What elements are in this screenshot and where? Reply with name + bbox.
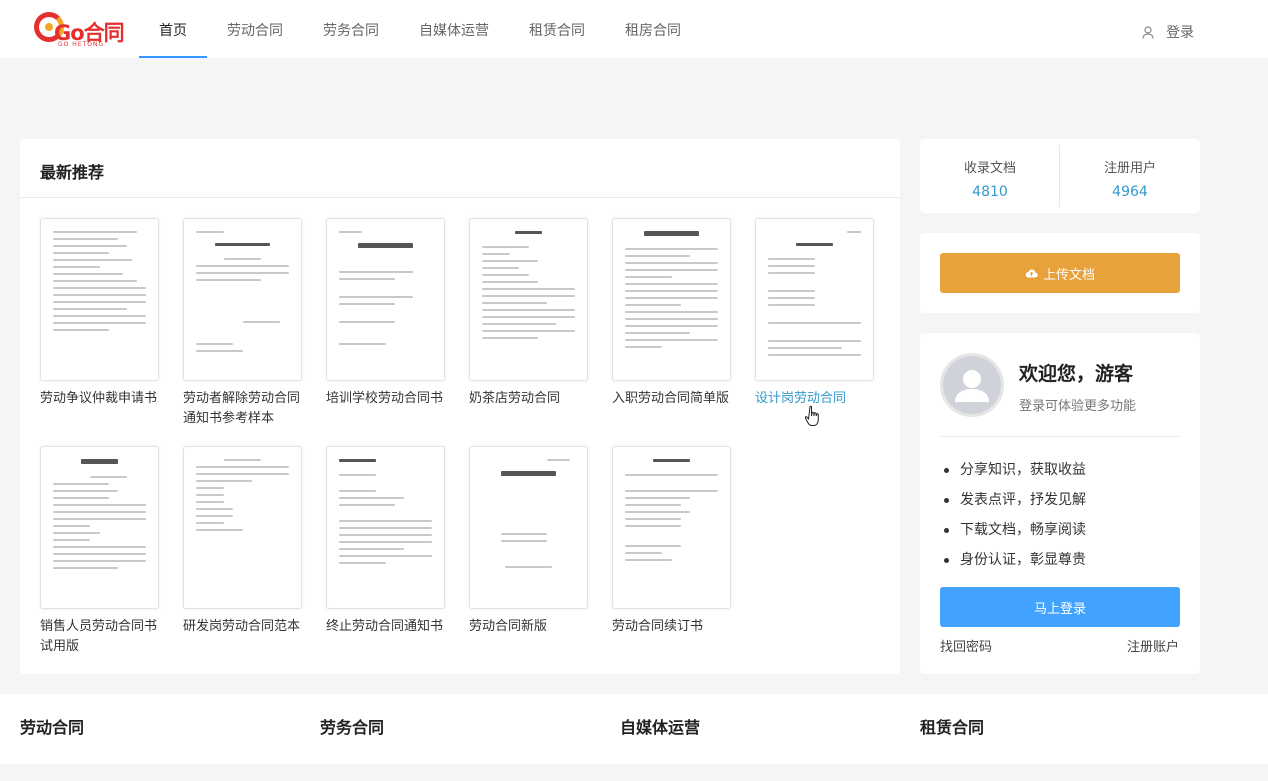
doc-title[interactable]: 终止劳动合同通知书 bbox=[326, 617, 451, 637]
stat-users-value: 4964 bbox=[1112, 184, 1148, 200]
category-title-self-media[interactable]: 自媒体运营 bbox=[620, 714, 700, 738]
doc-title[interactable]: 奶茶店劳动合同 bbox=[469, 389, 594, 409]
list-item: 发表点评，抒发见解 bbox=[944, 485, 1086, 515]
doc-thumbnail[interactable] bbox=[469, 446, 588, 609]
welcome-subtitle: 登录可体验更多功能 bbox=[1019, 399, 1137, 414]
doc-title[interactable]: 研发岗劳动合同范本 bbox=[183, 617, 308, 637]
doc-card[interactable]: 终止劳动合同通知书 bbox=[326, 446, 469, 637]
doc-title[interactable]: 培训学校劳动合同书 bbox=[326, 389, 451, 409]
welcome-panel: 欢迎您，游客 登录可体验更多功能 分享知识，获取收益 发表点评，抒发见解 下载文… bbox=[920, 333, 1200, 674]
hand-cursor-icon bbox=[805, 405, 819, 426]
stat-documents-value: 4810 bbox=[972, 184, 1008, 200]
stat-users-label: 注册用户 bbox=[1103, 161, 1156, 176]
welcome-divider bbox=[940, 436, 1180, 437]
doc-thumbnail[interactable] bbox=[326, 446, 445, 609]
recommend-title: 最新推荐 bbox=[40, 163, 105, 182]
nav-item-service-contract[interactable]: 劳务合同 bbox=[303, 0, 399, 58]
category-strip: 劳动合同 劳务合同 自媒体运营 租赁合同 bbox=[0, 694, 1268, 764]
stat-documents: 收录文档 4810 bbox=[920, 157, 1060, 200]
doc-card[interactable]: 劳动合同新版 bbox=[469, 446, 612, 637]
nav-item-self-media[interactable]: 自媒体运营 bbox=[399, 0, 509, 58]
recommend-panel: 最新推荐 劳动争议仲裁申请书 劳动者解除劳动合同通知书参考样本 培训学校劳动合同… bbox=[20, 139, 900, 674]
upload-document-button[interactable]: 上传文档 bbox=[940, 253, 1180, 293]
default-avatar-icon bbox=[955, 370, 989, 402]
doc-card[interactable]: 劳动者解除劳动合同通知书参考样本 bbox=[183, 218, 326, 429]
nav-item-lease-contract[interactable]: 租赁合同 bbox=[509, 0, 605, 58]
doc-thumbnail[interactable] bbox=[40, 446, 159, 609]
benefit-list: 分享知识，获取收益 发表点评，抒发见解 下载文档，畅享阅读 身份认证，彰显尊贵 bbox=[944, 455, 1086, 575]
doc-card[interactable]: 培训学校劳动合同书 bbox=[326, 218, 469, 409]
login-now-button[interactable]: 马上登录 bbox=[940, 587, 1180, 627]
nav-item-home[interactable]: 首页 bbox=[139, 0, 207, 58]
doc-title[interactable]: 劳动合同续订书 bbox=[612, 617, 737, 637]
top-header: Go合同 GO HETONG 首页 劳动合同 劳务合同 自媒体运营 租赁合同 租… bbox=[0, 0, 1268, 58]
doc-title[interactable]: 劳动争议仲裁申请书 bbox=[40, 389, 165, 409]
logo-subtitle: GO HETONG bbox=[58, 41, 105, 48]
user-icon bbox=[1142, 25, 1154, 39]
avatar bbox=[940, 353, 1004, 417]
doc-title[interactable]: 劳动者解除劳动合同通知书参考样本 bbox=[183, 389, 308, 429]
doc-title[interactable]: 劳动合同新版 bbox=[469, 617, 594, 637]
upload-document-label: 上传文档 bbox=[1042, 267, 1095, 283]
welcome-title: 欢迎您，游客 bbox=[1019, 363, 1134, 385]
register-account-link[interactable]: 注册账户 bbox=[1127, 636, 1179, 655]
panel-divider bbox=[20, 197, 900, 198]
forgot-password-link[interactable]: 找回密码 bbox=[940, 636, 992, 655]
doc-card[interactable]: 奶茶店劳动合同 bbox=[469, 218, 612, 409]
doc-card[interactable]: 劳动合同续订书 bbox=[612, 446, 755, 637]
doc-title[interactable]: 入职劳动合同简单版 bbox=[612, 389, 737, 409]
list-item: 下载文档，畅享阅读 bbox=[944, 515, 1086, 545]
doc-thumbnail[interactable] bbox=[469, 218, 588, 381]
cloud-upload-icon bbox=[1025, 269, 1038, 278]
list-item: 身份认证，彰显尊贵 bbox=[944, 545, 1086, 575]
list-item: 分享知识，获取收益 bbox=[944, 455, 1086, 485]
site-logo[interactable]: Go合同 GO HETONG bbox=[32, 10, 125, 50]
header-login-label: 登录 bbox=[1166, 25, 1194, 41]
doc-card[interactable]: 研发岗劳动合同范本 bbox=[183, 446, 326, 637]
header-login-link[interactable]: 登录 bbox=[1142, 22, 1194, 42]
category-title-labor[interactable]: 劳动合同 bbox=[20, 714, 84, 738]
stats-panel: 收录文档 4810 注册用户 4964 bbox=[920, 139, 1200, 213]
main-nav: 首页 劳动合同 劳务合同 自媒体运营 租赁合同 租房合同 bbox=[139, 0, 701, 58]
stat-documents-label: 收录文档 bbox=[963, 161, 1016, 176]
stat-users: 注册用户 4964 bbox=[1060, 157, 1200, 200]
doc-thumbnail[interactable] bbox=[183, 218, 302, 381]
nav-item-rental-contract[interactable]: 租房合同 bbox=[605, 0, 701, 58]
doc-thumbnail[interactable] bbox=[612, 218, 731, 381]
doc-title[interactable]: 销售人员劳动合同书试用版 bbox=[40, 617, 165, 657]
category-title-service[interactable]: 劳务合同 bbox=[320, 714, 384, 738]
doc-thumbnail[interactable] bbox=[183, 446, 302, 609]
doc-thumbnail[interactable] bbox=[326, 218, 445, 381]
doc-card[interactable]: 设计岗劳动合同 bbox=[755, 218, 898, 409]
doc-card[interactable]: 销售人员劳动合同书试用版 bbox=[40, 446, 183, 657]
category-title-lease[interactable]: 租赁合同 bbox=[920, 714, 984, 738]
doc-card[interactable]: 劳动争议仲裁申请书 bbox=[40, 218, 183, 409]
doc-card[interactable]: 入职劳动合同简单版 bbox=[612, 218, 755, 409]
nav-item-labor-contract[interactable]: 劳动合同 bbox=[207, 0, 303, 58]
doc-thumbnail[interactable] bbox=[755, 218, 874, 381]
doc-thumbnail[interactable] bbox=[40, 218, 159, 381]
upload-panel: 上传文档 bbox=[920, 233, 1200, 313]
doc-thumbnail[interactable] bbox=[612, 446, 731, 609]
